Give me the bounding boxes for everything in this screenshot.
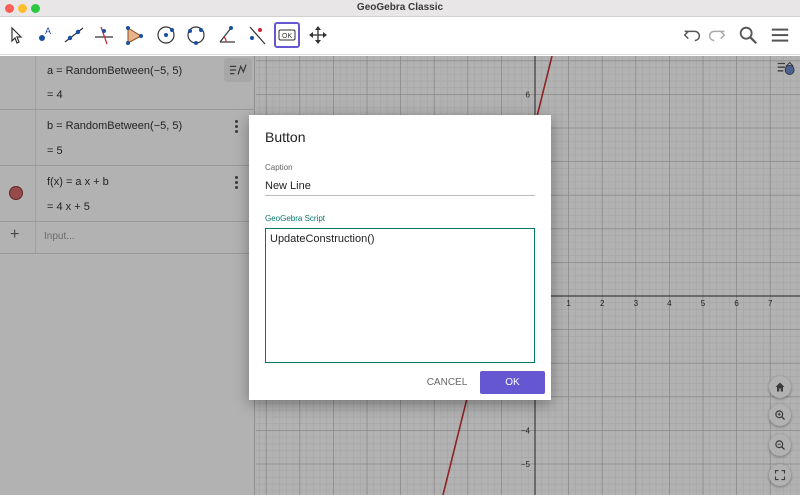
move-graphics-tool-button[interactable] bbox=[305, 22, 331, 48]
geogebra-app: GeoGebra Classic A OK a = RandomBetween(… bbox=[0, 0, 800, 495]
script-textarea[interactable]: UpdateConstruction() bbox=[265, 228, 535, 363]
toolbar: A OK bbox=[0, 17, 800, 55]
button-tool-icon: OK bbox=[278, 29, 296, 41]
polygon-tool-button[interactable] bbox=[121, 22, 147, 48]
angle-tool-button[interactable] bbox=[214, 22, 240, 48]
circle-three-points-icon bbox=[187, 26, 205, 45]
hamburger-menu-icon bbox=[771, 28, 789, 42]
point-icon: A bbox=[39, 26, 51, 41]
caption-label: Caption bbox=[265, 163, 293, 172]
line-tool-button[interactable] bbox=[61, 22, 87, 48]
window-title: GeoGebra Classic bbox=[356, 2, 444, 13]
dialog-title: Button bbox=[265, 129, 306, 145]
reflect-line-icon bbox=[249, 26, 266, 45]
main-menu-button[interactable] bbox=[768, 23, 792, 47]
point-tool-button[interactable]: A bbox=[32, 22, 58, 48]
redo-button[interactable] bbox=[705, 23, 729, 47]
polygon-icon bbox=[126, 26, 143, 45]
svg-text:A: A bbox=[45, 26, 51, 36]
circle-center-tool-button[interactable] bbox=[153, 22, 179, 48]
angle-icon bbox=[219, 26, 235, 43]
move-graphics-icon bbox=[309, 26, 327, 44]
caption-input[interactable] bbox=[265, 177, 535, 196]
undo-button[interactable] bbox=[680, 23, 704, 47]
circle-center-point-icon bbox=[157, 26, 175, 44]
perpendicular-line-icon bbox=[95, 26, 113, 45]
button-dialog: Button Caption GeoGebra Script UpdateCon… bbox=[249, 115, 551, 400]
cancel-button[interactable]: CANCEL bbox=[421, 371, 473, 394]
svg-text:OK: OK bbox=[282, 33, 292, 40]
line-icon bbox=[64, 27, 84, 43]
circle-three-points-tool-button[interactable] bbox=[183, 22, 209, 48]
search-icon bbox=[739, 26, 758, 45]
search-button[interactable] bbox=[736, 23, 760, 47]
title-bar: GeoGebra Classic bbox=[0, 0, 800, 17]
redo-icon bbox=[709, 30, 726, 42]
ok-button[interactable]: OK bbox=[480, 371, 545, 394]
perpendicular-line-tool-button[interactable] bbox=[91, 22, 117, 48]
move-tool-button[interactable] bbox=[3, 22, 29, 48]
reflect-tool-button[interactable] bbox=[244, 22, 270, 48]
move-arrow-icon bbox=[11, 26, 23, 44]
button-tool-button[interactable]: OK bbox=[274, 22, 300, 48]
script-label: GeoGebra Script bbox=[265, 214, 326, 223]
undo-icon bbox=[683, 30, 700, 42]
